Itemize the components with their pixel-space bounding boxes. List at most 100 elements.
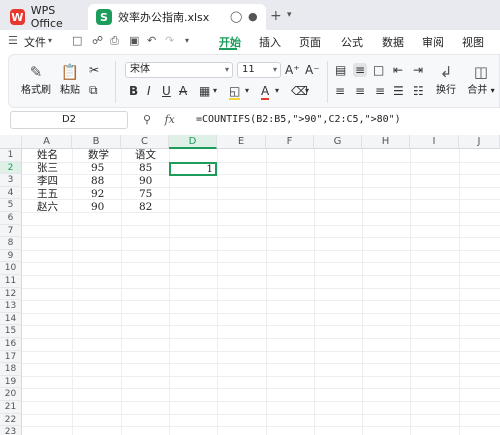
row-header-15[interactable]: 15 xyxy=(0,325,22,338)
column-header-f[interactable]: F xyxy=(266,135,314,149)
row-header-9[interactable]: 9 xyxy=(0,249,22,263)
cell-b2[interactable]: 95 xyxy=(91,162,104,175)
column-header-j[interactable]: J xyxy=(459,135,500,149)
indent-increase-icon[interactable]: ⇥ xyxy=(413,63,423,77)
row-header-1[interactable]: 1 xyxy=(0,149,22,162)
paste-button[interactable]: 📋 粘贴 xyxy=(53,63,87,96)
fill-color-icon[interactable]: ◱ xyxy=(229,84,241,100)
column-header-b[interactable]: B xyxy=(72,135,121,149)
row-header-3[interactable]: 3 xyxy=(0,174,22,187)
row-header-21[interactable]: 21 xyxy=(0,401,22,414)
row-header-14[interactable]: 14 xyxy=(0,312,22,326)
justify-icon[interactable]: ☰ xyxy=(393,84,404,98)
save-icon[interactable]: □ xyxy=(72,34,82,47)
fx-icon[interactable]: fx xyxy=(165,113,175,126)
indent-decrease-icon[interactable]: ⇤ xyxy=(393,63,403,77)
row-header-18[interactable]: 18 xyxy=(0,363,22,376)
menu-tab-insert[interactable]: 插入 xyxy=(259,34,281,50)
cell-b1[interactable]: 数学 xyxy=(88,149,109,162)
row-header-12[interactable]: 12 xyxy=(0,287,22,301)
cell-c2[interactable]: 85 xyxy=(139,162,152,175)
cell-a2[interactable]: 张三 xyxy=(37,162,58,175)
cell-c5[interactable]: 82 xyxy=(139,201,152,214)
row-header-10[interactable]: 10 xyxy=(0,262,22,275)
align-left-icon[interactable]: ≡ xyxy=(335,84,345,98)
row-header-17[interactable]: 17 xyxy=(0,350,22,364)
column-header-g[interactable]: G xyxy=(314,135,362,149)
tab-workbook[interactable]: S 效率办公指南.xlsx ◯ ● xyxy=(88,4,266,30)
chevron-down-icon[interactable]: ▾ xyxy=(185,36,189,45)
cut-icon[interactable]: ✂ xyxy=(89,63,99,77)
row-header-4[interactable]: 4 xyxy=(0,186,22,200)
row-header-6[interactable]: 6 xyxy=(0,212,22,225)
increase-font-icon[interactable]: A⁺ xyxy=(285,63,300,77)
border-icon[interactable]: ▦ xyxy=(199,84,210,98)
bold-icon[interactable]: B xyxy=(129,84,138,98)
cell-c4[interactable]: 75 xyxy=(139,188,152,201)
spreadsheet-grid[interactable]: A B C D E F G H I J 1 2 3 4 5 6 7 8 9 10 11 12 13 14 1… xyxy=(0,135,500,435)
undo-icon[interactable]: ↶ xyxy=(147,34,156,47)
cell-a4[interactable]: 王五 xyxy=(37,188,58,201)
wrap-text-button[interactable]: ↲ 换行 xyxy=(433,63,459,96)
row-header-19[interactable]: 19 xyxy=(0,375,22,389)
cell-a3[interactable]: 李四 xyxy=(37,175,58,188)
name-box[interactable]: D2 xyxy=(10,111,128,129)
row-header-8[interactable]: 8 xyxy=(0,237,22,250)
chevron-down-icon[interactable]: ▾ xyxy=(245,86,249,95)
column-header-a[interactable]: A xyxy=(22,135,72,149)
align-right-icon[interactable]: ≡ xyxy=(375,84,385,98)
column-header-e[interactable]: E xyxy=(217,135,266,149)
underline-icon[interactable]: U xyxy=(162,84,171,98)
row-header-2[interactable]: 2 xyxy=(0,161,22,175)
redo-icon[interactable]: ↷ xyxy=(165,34,174,47)
strikethrough-icon[interactable]: A xyxy=(179,84,187,98)
menu-tab-data[interactable]: 数据 xyxy=(382,34,404,50)
column-header-c[interactable]: C xyxy=(121,135,169,149)
cell-c1[interactable]: 语文 xyxy=(135,149,156,162)
copy-icon[interactable]: ⧉ xyxy=(89,83,98,98)
align-center-icon[interactable]: ≡ xyxy=(355,84,365,98)
file-menu[interactable]: 文件 xyxy=(24,34,46,50)
cell-a1[interactable]: 姓名 xyxy=(37,149,58,162)
print-icon[interactable]: ⎙ xyxy=(110,34,119,48)
share-icon[interactable]: ☍ xyxy=(92,34,103,47)
row-header-23[interactable]: 23 xyxy=(0,426,22,435)
chevron-down-icon[interactable]: ▾ xyxy=(213,86,217,95)
align-top-icon[interactable]: ▤ xyxy=(335,63,346,77)
cell-c3[interactable]: 90 xyxy=(139,175,152,188)
chevron-down-icon[interactable]: ▾ xyxy=(305,86,309,95)
tab-wps-office[interactable]: W WPS Office xyxy=(4,4,86,30)
lightbulb-icon[interactable]: ◯ xyxy=(230,10,242,23)
row-header-22[interactable]: 22 xyxy=(0,413,22,427)
align-middle-icon[interactable]: ≡ xyxy=(353,63,368,77)
row-header-7[interactable]: 7 xyxy=(0,224,22,238)
font-name-select[interactable]: 宋体 ▾ xyxy=(125,62,233,78)
chevron-down-icon[interactable]: ▾ xyxy=(287,10,292,20)
italic-icon[interactable]: I xyxy=(147,84,151,98)
row-header-20[interactable]: 20 xyxy=(0,388,22,401)
zoom-search-icon[interactable]: ⚲ xyxy=(143,113,151,126)
chevron-down-icon[interactable]: ▾ xyxy=(48,36,52,45)
preview-icon[interactable]: ▣ xyxy=(129,34,139,47)
row-header-13[interactable]: 13 xyxy=(0,300,22,313)
font-color-icon[interactable]: A xyxy=(261,84,270,100)
format-painter-button[interactable]: ✎ 格式刷 xyxy=(19,63,53,96)
cell-b3[interactable]: 88 xyxy=(91,175,104,188)
cell-b4[interactable]: 92 xyxy=(91,188,104,201)
row-header-5[interactable]: 5 xyxy=(0,199,22,212)
formula-input[interactable]: =COUNTIFS(B2:B5,">90",C2:C5,">80") xyxy=(196,114,401,125)
select-all-corner[interactable] xyxy=(0,135,22,149)
menu-tab-review[interactable]: 审阅 xyxy=(422,34,444,50)
distribute-icon[interactable]: ☷ xyxy=(413,84,424,98)
merge-button[interactable]: ◫ 合并 ▾ xyxy=(463,63,499,96)
menu-tab-view[interactable]: 视图 xyxy=(462,34,484,50)
new-tab-plus-icon[interactable]: + xyxy=(270,8,282,24)
row-header-16[interactable]: 16 xyxy=(0,338,22,351)
cell-d2[interactable]: 1 xyxy=(169,163,213,175)
cell-b5[interactable]: 90 xyxy=(91,201,104,214)
hamburger-icon[interactable]: ☰ xyxy=(8,34,18,47)
cell-a5[interactable]: 赵六 xyxy=(37,201,58,214)
menu-tab-formula[interactable]: 公式 xyxy=(341,34,363,50)
align-bottom-icon[interactable]: □ xyxy=(373,63,384,77)
row-header-11[interactable]: 11 xyxy=(0,275,22,288)
